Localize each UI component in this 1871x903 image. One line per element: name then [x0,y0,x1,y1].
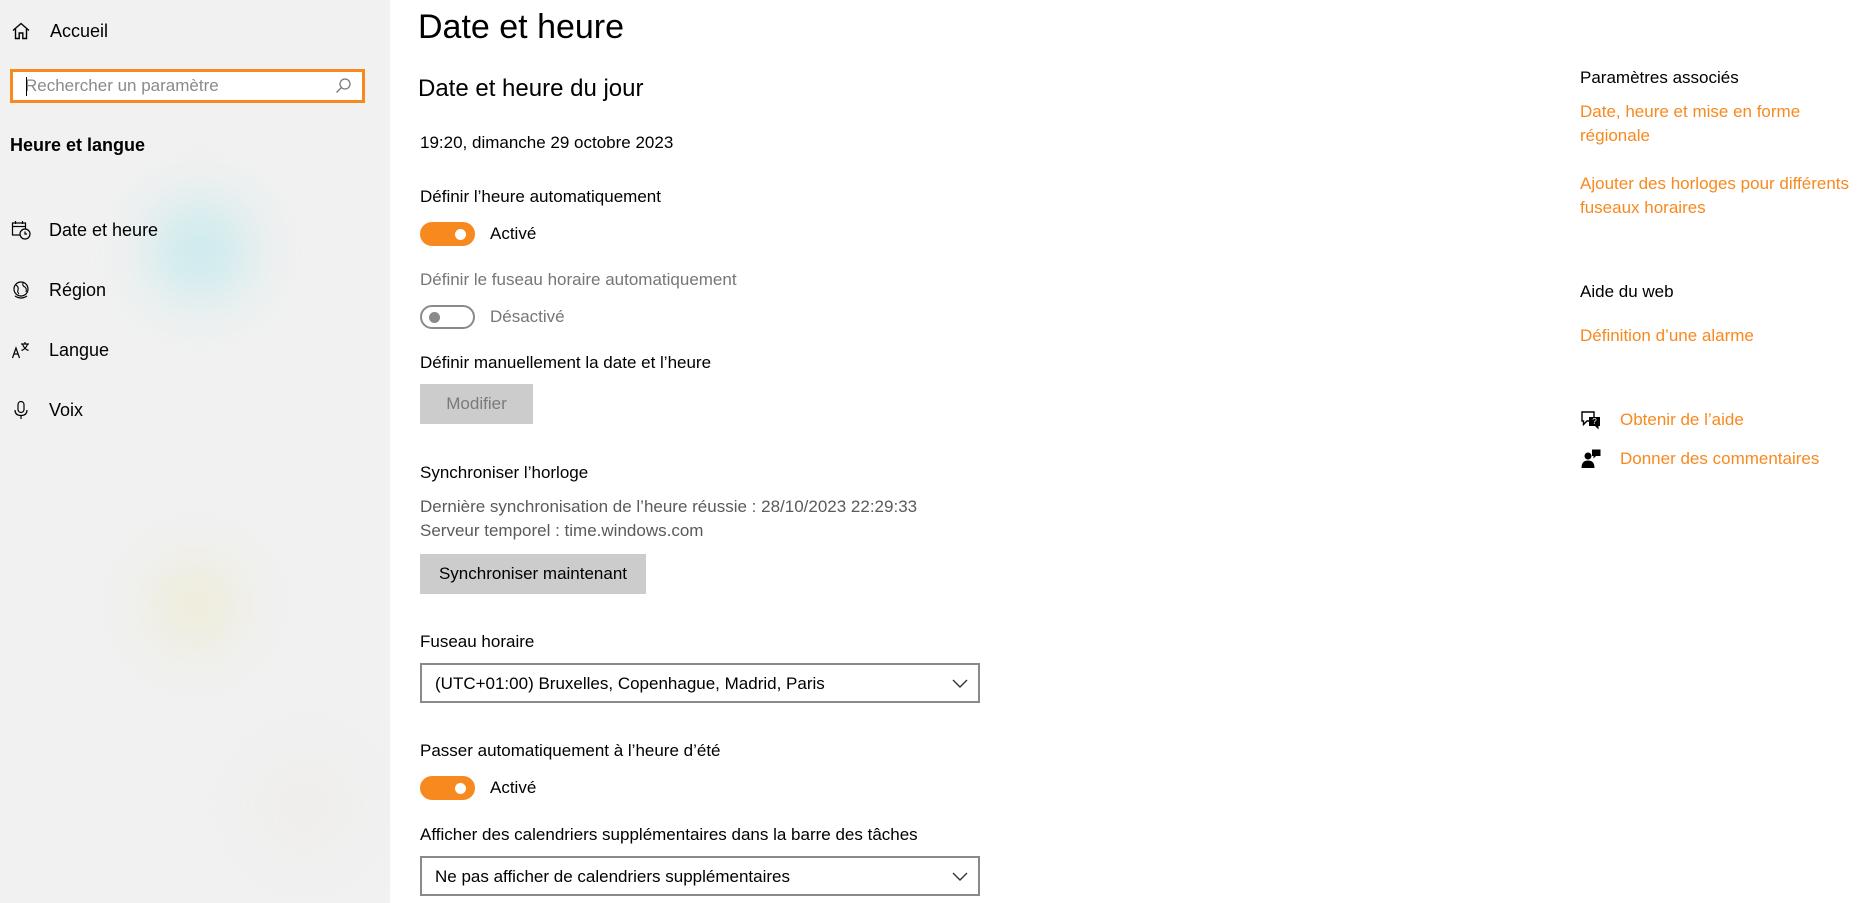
auto-timezone-toggle-row: Désactivé [420,303,565,331]
get-help-label: Obtenir de l’aide [1620,410,1744,429]
background-blur [150,560,240,650]
set-alarm-link[interactable]: Définition d’une alarme [1580,324,1868,348]
background-blur [260,760,350,850]
feedback-icon [1580,448,1602,470]
time-server-text: Serveur temporel : time.windows.com [420,521,704,540]
language-icon [10,339,32,361]
dst-toggle[interactable] [420,776,475,800]
toggle-knob [455,783,466,794]
sidebar-item-date-time[interactable]: Date et heure [0,200,390,260]
give-feedback-label: Donner des commentaires [1620,449,1820,468]
sidebar-nav: Date et heure Région Langue Voix [0,200,390,440]
home-nav-item[interactable]: Accueil [10,14,108,48]
sync-now-button[interactable]: Synchroniser maintenant [420,554,646,594]
extra-calendars-label: Afficher des calendriers supplémentaires… [420,825,918,844]
settings-window: Accueil Heure et langue [0,0,1871,903]
search-input[interactable] [25,72,325,100]
search-icon[interactable] [334,77,352,95]
sidebar-item-label: Date et heure [49,219,159,240]
modify-button[interactable]: Modifier [420,384,533,424]
home-icon [10,20,32,42]
section-title: Date et heure du jour [418,75,644,102]
home-label: Accueil [50,20,109,41]
auto-timezone-state: Désactivé [490,307,565,326]
extra-calendars-value: Ne pas afficher de calendriers supplémen… [435,867,790,886]
dst-label: Passer automatiquement à l’heure d’été [420,741,721,760]
sidebar-item-label: Langue [49,339,110,360]
dst-state: Activé [490,778,537,797]
chat-help-icon: ? [1580,409,1602,431]
sidebar-item-label: Voix [49,399,84,420]
microphone-icon [10,399,32,421]
auto-timezone-label: Définir le fuseau horaire automatiquemen… [420,270,737,289]
timezone-label: Fuseau horaire [420,632,535,651]
manual-datetime-label: Définir manuellement la date et l’heure [420,353,712,372]
extra-calendars-dropdown[interactable]: Ne pas afficher de calendriers supplémen… [420,856,980,896]
timezone-value: (UTC+01:00) Bruxelles, Copenhague, Madri… [435,674,825,693]
sidebar-item-language[interactable]: Langue [0,320,390,380]
auto-timezone-toggle[interactable] [420,305,475,329]
toggle-knob [455,229,466,240]
related-settings-panel: Paramètres associés Date, heure et mise … [1580,0,1871,903]
current-datetime: 19:20, dimanche 29 octobre 2023 [420,133,674,152]
sidebar-item-label: Région [49,279,107,300]
globe-icon [10,279,32,301]
sidebar-item-voice[interactable]: Voix [0,380,390,440]
dst-toggle-row: Activé [420,774,536,802]
svg-text:?: ? [1592,417,1597,426]
give-feedback-link[interactable]: Donner des commentaires [1580,446,1819,472]
timezone-dropdown[interactable]: (UTC+01:00) Bruxelles, Copenhague, Madri… [420,663,980,703]
auto-time-toggle[interactable] [420,222,475,246]
get-help-link[interactable]: ? Obtenir de l’aide [1580,407,1744,433]
last-sync-text: Dernière synchronisation de l’heure réus… [420,497,918,516]
chevron-down-icon [952,869,968,883]
sidebar-section-title: Heure et langue [10,135,146,155]
toggle-knob [429,312,440,323]
chevron-down-icon [952,676,968,690]
related-settings-title: Paramètres associés [1580,68,1739,87]
auto-time-state: Activé [490,224,537,243]
auto-time-toggle-row: Activé [420,220,536,248]
text-cursor [26,77,27,96]
main-content: Date et heure Date et heure du jour 19:2… [418,0,1458,903]
web-help-title: Aide du web [1580,282,1674,301]
sidebar-item-region[interactable]: Région [0,260,390,320]
search-box[interactable] [10,69,365,103]
page-title: Date et heure [418,8,625,46]
auto-time-label: Définir l’heure automatiquement [420,187,661,206]
calendar-clock-icon [10,219,32,241]
add-clocks-link[interactable]: Ajouter des horloges pour différents fus… [1580,172,1868,220]
sync-clock-title: Synchroniser l’horloge [420,463,589,482]
regional-format-link[interactable]: Date, heure et mise en forme régionale [1580,100,1868,148]
sidebar: Accueil Heure et langue [0,0,390,903]
